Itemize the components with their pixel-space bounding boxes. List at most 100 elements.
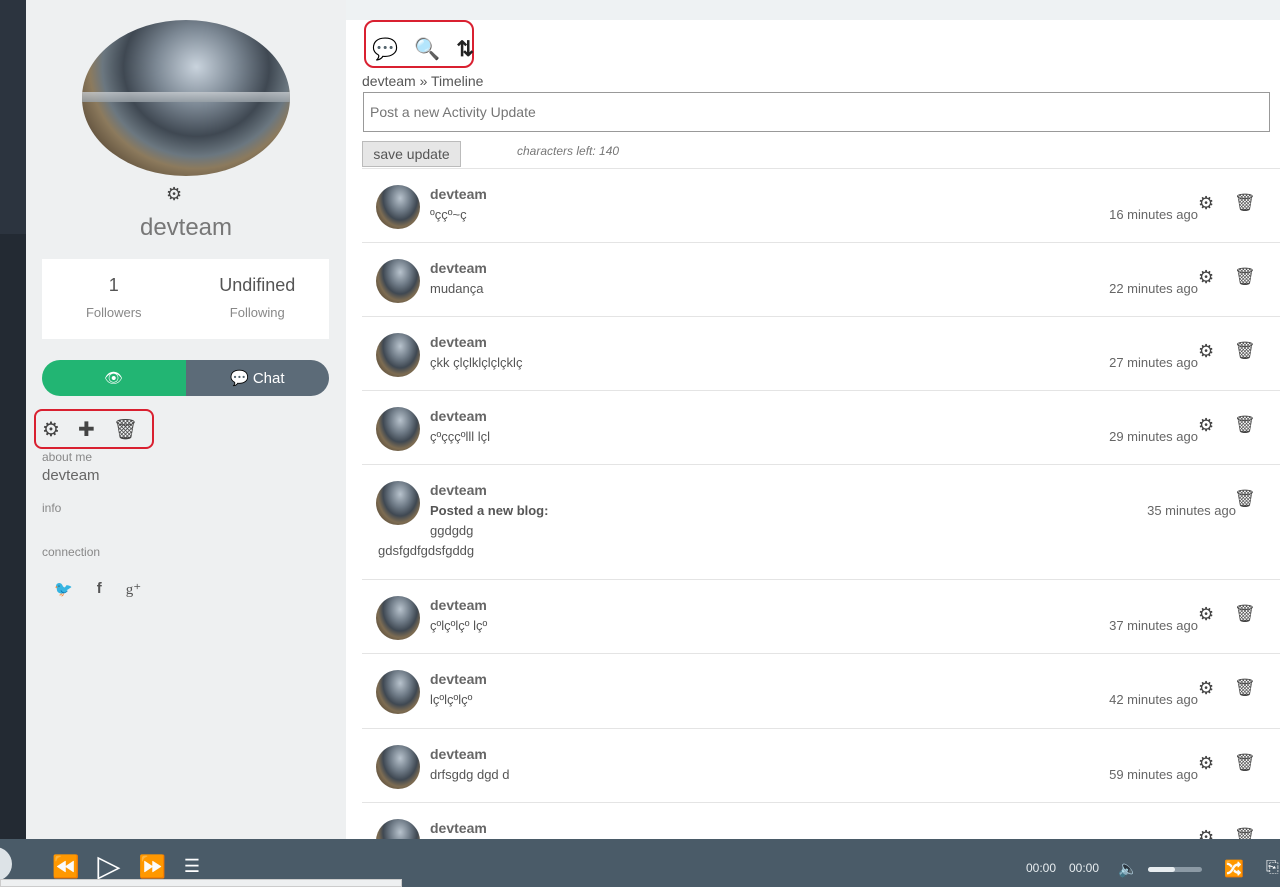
followers-label: Followers bbox=[85, 305, 142, 320]
timeline-main: 💬 🔍 ⇅ devteam » Timeline save update cha… bbox=[346, 0, 1280, 863]
info-label: info bbox=[42, 501, 62, 515]
timeline-toolbar: 💬 🔍 ⇅ bbox=[364, 20, 474, 68]
feed-text: drfsgdg dgd d bbox=[430, 767, 510, 782]
feed-text: ºççº~ç bbox=[430, 207, 467, 222]
blog-post-label: Posted a new blog: bbox=[430, 503, 549, 518]
trash-icon[interactable]: 🗑 bbox=[1234, 489, 1256, 509]
trash-icon[interactable]: 🗑 bbox=[1234, 678, 1256, 698]
feed-author[interactable]: devteam bbox=[430, 186, 487, 202]
feed-timestamp: 35 minutes ago bbox=[1147, 503, 1236, 518]
feed-author[interactable]: devteam bbox=[430, 408, 487, 424]
feed-item: devteam drfsgdg dgd d 59 minutes ago ⚙ 🗑 bbox=[362, 728, 1280, 802]
about-me-value: devteam bbox=[42, 467, 100, 484]
gear-icon[interactable]: ⚙ bbox=[1198, 193, 1214, 214]
activity-update-input[interactable] bbox=[363, 92, 1270, 132]
social-links: 🐦 f g⁺ bbox=[54, 580, 141, 599]
search-icon[interactable]: 🔍 bbox=[414, 38, 440, 62]
feed-avatar[interactable] bbox=[376, 407, 420, 451]
view-button[interactable]: 👁 bbox=[42, 360, 186, 396]
feed-author[interactable]: devteam bbox=[430, 260, 487, 276]
feed-item: devteam çkk çlçlklçlçlçklç 27 minutes ago ⚙… bbox=[362, 316, 1280, 390]
trash-icon[interactable]: 🗑 bbox=[1234, 267, 1256, 287]
feed-avatar[interactable] bbox=[376, 333, 420, 377]
left-dark-strip bbox=[0, 0, 26, 839]
feed-text: çkk çlçlklçlçlçklç bbox=[430, 355, 523, 370]
sliders-icon[interactable]: ⇅ bbox=[456, 37, 474, 62]
feed-author[interactable]: devteam bbox=[430, 671, 487, 687]
following-stat[interactable]: Undifined Following bbox=[186, 259, 330, 339]
trash-icon[interactable]: 🗑 bbox=[1234, 341, 1256, 361]
profile-sidebar: ⚙ devteam 1 Followers Undifined Followin… bbox=[26, 0, 346, 839]
gear-icon[interactable]: ⚙ bbox=[1198, 678, 1214, 699]
trash-icon[interactable]: 🗑 bbox=[1234, 415, 1256, 435]
playlist-icon[interactable]: ☰ bbox=[184, 856, 200, 877]
followers-stat[interactable]: 1 Followers bbox=[42, 259, 186, 339]
gear-icon[interactable]: ⚙ bbox=[166, 184, 182, 205]
profile-name: devteam bbox=[139, 214, 233, 241]
fast-forward-icon[interactable]: ⏩ bbox=[138, 854, 165, 880]
gear-icon[interactable]: ⚙ bbox=[42, 417, 60, 442]
breadcrumb[interactable]: devteam » Timeline bbox=[362, 73, 483, 89]
chat-button[interactable]: 💬 Chat bbox=[185, 360, 329, 396]
gear-icon[interactable]: ⚙ bbox=[1198, 267, 1214, 288]
feed-avatar[interactable] bbox=[376, 259, 420, 303]
trash-icon[interactable]: 🗑 bbox=[1234, 753, 1256, 773]
volume-slider[interactable] bbox=[1148, 867, 1202, 872]
speech-bubble-icon[interactable]: 💬 bbox=[372, 38, 398, 62]
feed-author[interactable]: devteam bbox=[430, 334, 487, 350]
gear-icon[interactable]: ⚙ bbox=[1198, 753, 1214, 774]
blog-title[interactable]: ggdgdg bbox=[430, 523, 473, 538]
feed-timestamp: 22 minutes ago bbox=[1109, 281, 1198, 296]
profile-action-buttons: 👁 💬 Chat bbox=[42, 360, 329, 396]
about-me-label: about me bbox=[42, 450, 93, 464]
feed-author[interactable]: devteam bbox=[430, 482, 487, 498]
feed-timestamp: 37 minutes ago bbox=[1109, 618, 1198, 633]
repeat-icon[interactable]: ⎘ bbox=[1266, 859, 1279, 877]
feed-item: devteam lçºlçºlçº 42 minutes ago ⚙ 🗑 bbox=[362, 653, 1280, 728]
feed-author[interactable]: devteam bbox=[430, 746, 487, 762]
following-count: Undifined bbox=[219, 275, 296, 295]
feed-timestamp: 59 minutes ago bbox=[1109, 767, 1198, 782]
save-update-button[interactable]: save update bbox=[362, 141, 461, 167]
feed-item: devteam Posted a new blog: ggdgdg gdsfgdfgd… bbox=[362, 464, 1280, 579]
gear-icon[interactable]: ⚙ bbox=[1198, 604, 1214, 625]
follow-stats: 1 Followers Undifined Following bbox=[42, 259, 329, 339]
google-plus-icon[interactable]: g⁺ bbox=[126, 580, 141, 599]
feed-avatar[interactable] bbox=[376, 745, 420, 789]
trash-icon[interactable]: 🗑 bbox=[1234, 604, 1256, 624]
feed-text: çºçççºlll lçl bbox=[430, 429, 491, 444]
feed-avatar[interactable] bbox=[376, 481, 420, 525]
following-label: Following bbox=[229, 305, 285, 320]
plus-icon[interactable]: ✚ bbox=[78, 417, 95, 442]
shuffle-icon[interactable]: 🔀 bbox=[1224, 859, 1244, 879]
feed-item: devteam ⚙ 🗑 bbox=[362, 802, 1280, 863]
feed-avatar[interactable] bbox=[376, 670, 420, 714]
audio-player-bar: ⏪ ▷ ⏩ ☰ 00:00 00:00 🔈 🔀 ⎘ bbox=[0, 839, 1280, 887]
eye-icon: 👁 bbox=[104, 370, 124, 387]
trash-icon[interactable]: 🗑 bbox=[1234, 193, 1256, 213]
feed-author[interactable]: devteam bbox=[430, 820, 487, 836]
time-total: 00:00 bbox=[1069, 861, 1100, 875]
blog-body: gdsfgdfgdsfgddg bbox=[378, 543, 475, 558]
feed-item: devteam mudança 22 minutes ago ⚙ 🗑 bbox=[362, 242, 1280, 316]
feed-item: devteam çºçççºlll lçl 29 minutes ago ⚙ 🗑 bbox=[362, 390, 1280, 464]
top-bar bbox=[346, 0, 1280, 20]
connection-label: connection bbox=[42, 545, 101, 559]
rewind-icon[interactable]: ⏪ bbox=[52, 854, 79, 880]
feed-item: devteam ºççº~ç 16 minutes ago ⚙ 🗑 bbox=[362, 168, 1280, 242]
feed-timestamp: 29 minutes ago bbox=[1109, 429, 1198, 444]
twitter-icon[interactable]: 🐦 bbox=[54, 580, 73, 599]
feed-text: mudança bbox=[430, 281, 484, 296]
gear-icon[interactable]: ⚙ bbox=[1198, 415, 1214, 436]
feed-avatar[interactable] bbox=[376, 596, 420, 640]
gear-icon[interactable]: ⚙ bbox=[1198, 341, 1214, 362]
feed-timestamp: 27 minutes ago bbox=[1109, 355, 1198, 370]
characters-left: characters left: 140 bbox=[517, 144, 620, 158]
facebook-icon[interactable]: f bbox=[97, 580, 102, 599]
volume-icon[interactable]: 🔈 bbox=[1118, 859, 1138, 879]
chat-button-label: Chat bbox=[252, 369, 285, 387]
trash-icon[interactable]: 🗑 bbox=[113, 417, 138, 442]
feed-avatar[interactable] bbox=[376, 185, 420, 229]
speech-bubble-icon: 💬 bbox=[229, 370, 249, 387]
feed-author[interactable]: devteam bbox=[430, 597, 487, 613]
